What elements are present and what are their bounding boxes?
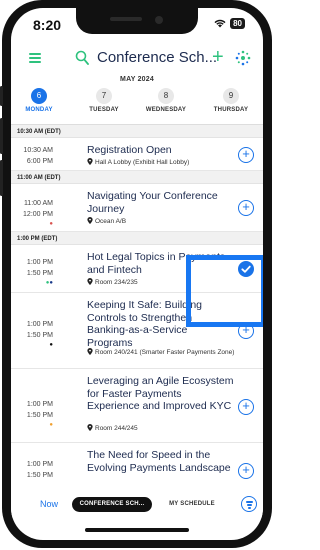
session-row[interactable]: 10:30 AM 6:00 PM Registration Open Hall …	[11, 138, 263, 171]
time-block-header: 10:30 AM (EDT)	[11, 125, 263, 138]
session-start: 1:00 PM	[26, 461, 53, 468]
add-to-schedule-button[interactable]: +	[238, 463, 254, 479]
tab-conference-schedule[interactable]: CONFERENCE SCH...	[72, 497, 152, 512]
add-to-schedule-button[interactable]: +	[238, 399, 254, 415]
session-title: The Need for Speed in the Evolving Payme…	[87, 449, 231, 474]
session-location: Room 244/245	[87, 424, 237, 433]
status-icons: 80	[214, 18, 245, 29]
location-pin-icon	[87, 158, 93, 165]
screen: 8:20 80 Conference Sch... + MAY 2024 6 M…	[11, 8, 263, 540]
day-label: MONDAY	[25, 107, 53, 113]
phone-frame: 8:20 80 Conference Sch... + MAY 2024 6 M…	[0, 0, 272, 548]
session-end: 1:50 PM	[26, 472, 53, 479]
battery-icon: 80	[230, 18, 245, 29]
wifi-icon	[214, 19, 226, 28]
app-logo-icon[interactable]	[235, 50, 251, 66]
location-text: Room 240/241 (Smarter Faster Payments Zo…	[95, 349, 235, 356]
location-text: Hall A Lobby (Exhibit Hall Lobby)	[95, 159, 190, 166]
session-times: 1:00 PM 1:50 PM ●	[15, 399, 53, 429]
location-text: Room 234/235	[95, 279, 138, 286]
phone-volume-down-button	[0, 160, 3, 196]
app-header: Conference Sch... +	[11, 46, 263, 72]
add-to-schedule-button[interactable]: +	[238, 200, 254, 216]
session-end: 6:00 PM	[26, 158, 53, 165]
location-pin-icon	[87, 424, 93, 431]
month-label: MAY 2024	[120, 76, 154, 83]
session-end: 1:50 PM	[26, 412, 53, 419]
filter-icon[interactable]	[241, 496, 257, 512]
location-pin-icon	[87, 348, 93, 355]
track-dots: ●	[49, 221, 53, 227]
session-title: Registration Open	[87, 144, 172, 156]
session-end: 1:50 PM	[26, 332, 53, 339]
tab-my-schedule[interactable]: MY SCHEDULE	[157, 497, 227, 512]
time-block-header: 11:00 AM (EDT)	[11, 171, 263, 184]
session-start: 11:00 AM	[23, 200, 53, 207]
session-times: 10:30 AM 6:00 PM	[15, 145, 53, 167]
session-times: 11:00 AM 12:00 PM ●	[15, 198, 53, 228]
add-to-schedule-button[interactable]: +	[238, 147, 254, 163]
highlight-box	[186, 255, 263, 327]
session-location: Room 240/241 (Smarter Faster Payments Zo…	[87, 348, 237, 357]
day-number: 6	[31, 88, 47, 104]
status-time: 8:20	[33, 17, 62, 33]
page-title: Conference Sch...	[97, 49, 218, 66]
add-icon[interactable]: +	[212, 45, 224, 69]
session-times: 1:00 PM 1:50 PM	[15, 459, 53, 481]
session-times: 1:00 PM 1:50 PM ●●	[15, 257, 53, 287]
location-pin-icon	[87, 217, 93, 224]
session-end: 12:00 PM	[23, 211, 53, 218]
location-pin-icon	[87, 278, 93, 285]
bottom-bar: Now CONFERENCE SCH... MY SCHEDULE	[11, 492, 263, 518]
speaker	[110, 17, 142, 21]
day-number: 8	[158, 88, 174, 104]
day-number: 9	[223, 88, 239, 104]
day-label: TUESDAY	[89, 107, 119, 113]
session-end: 1:50 PM	[26, 270, 53, 277]
session-times: 1:00 PM 1:50 PM ●	[15, 319, 53, 349]
day-tab-monday[interactable]: 6 MONDAY	[11, 88, 67, 113]
location-text: Room 244/245	[95, 425, 138, 432]
day-selector: 6 MONDAY 7 TUESDAY 8 WEDNESDAY 9 THURSDA…	[11, 88, 263, 118]
track-dots: ●	[49, 342, 53, 348]
time-block-header: 1:00 PM (EDT)	[11, 232, 263, 245]
track-dots: ●●	[45, 280, 53, 286]
phone-volume-up-button	[0, 118, 3, 154]
session-title: Leveraging an Agile Ecosystem for Faster…	[87, 375, 234, 412]
menu-icon[interactable]	[29, 53, 41, 63]
session-start: 10:30 AM	[23, 147, 53, 154]
search-icon[interactable]	[75, 50, 89, 66]
day-number: 7	[96, 88, 112, 104]
session-start: 1:00 PM	[26, 321, 53, 328]
session-row[interactable]: 11:00 AM 12:00 PM ● Navigating Your Conf…	[11, 184, 263, 232]
day-tab-wednesday[interactable]: 8 WEDNESDAY	[138, 88, 194, 113]
day-tab-tuesday[interactable]: 7 TUESDAY	[76, 88, 132, 113]
track-dots: ●	[49, 422, 53, 428]
day-label: THURSDAY	[213, 107, 249, 113]
day-tab-thursday[interactable]: 9 THURSDAY	[203, 88, 259, 113]
session-location: Ocean A/B	[87, 217, 237, 226]
phone-side-button	[0, 86, 3, 106]
home-indicator	[85, 528, 189, 532]
notch	[76, 8, 198, 34]
session-location: Hall A Lobby (Exhibit Hall Lobby)	[87, 158, 237, 167]
session-row[interactable]: 1:00 PM 1:50 PM ● Leveraging an Agile Ec…	[11, 369, 263, 443]
camera	[155, 16, 163, 24]
session-start: 1:00 PM	[26, 401, 53, 408]
session-title: Navigating Your Conference Journey	[87, 190, 218, 215]
session-row[interactable]: 1:00 PM 1:50 PM The Need for Speed in th…	[11, 443, 263, 487]
now-button[interactable]: Now	[40, 499, 58, 509]
session-start: 1:00 PM	[26, 259, 53, 266]
day-label: WEDNESDAY	[145, 107, 187, 113]
location-text: Ocean A/B	[95, 218, 127, 225]
